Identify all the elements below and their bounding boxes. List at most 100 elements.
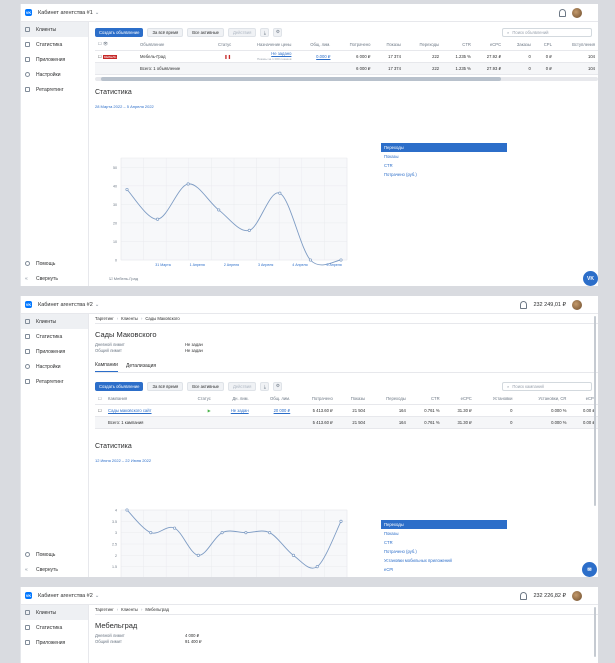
col-ad[interactable]: Объявление [137,39,206,51]
download-icon[interactable]: ⤓ [260,381,270,391]
sidebar-item-retargeting[interactable]: Ретаргетинг [21,374,88,389]
bell-icon[interactable] [520,301,528,309]
chart-series-item[interactable]: ☑ Мебель-Град [109,276,138,281]
tab-details[interactable]: Детализация [126,363,156,372]
col-ctr[interactable]: CTR [408,393,443,405]
create-ad-button[interactable]: Создать объявление [95,27,144,37]
checkbox-col[interactable]: ☐ [95,393,105,405]
breadcrumb-item[interactable]: Таргетинг [95,316,114,321]
bell-icon[interactable] [559,9,566,17]
sidebar-item-clients[interactable]: Клиенты [21,22,88,37]
legend-item[interactable]: CTR [381,161,507,170]
legend-item[interactable]: Показы [381,529,507,538]
chat-button[interactable]: ✉ [582,562,597,577]
filter-select[interactable]: Все активные [187,381,224,391]
sidebar-item-settings[interactable]: Настройки [21,359,88,374]
avatar[interactable] [572,300,582,310]
period-select[interactable]: За всё время [147,27,184,37]
help-link[interactable]: Помощь [21,256,89,271]
col-installs[interactable]: Установки [474,393,516,405]
col-spent[interactable]: Потрачено [333,39,374,51]
balance[interactable]: 232 226,82 ₽ [533,593,566,599]
col-price[interactable]: Назначение цены [234,39,295,51]
breadcrumb-item[interactable]: Таргетинг [95,607,114,612]
status-play-icon[interactable]: ▶ [183,404,214,417]
sidebar-item-stats[interactable]: Статистика [21,620,88,635]
scroll-thumb[interactable] [101,76,501,81]
col-ctr[interactable]: CTR [442,39,474,51]
sidebar-item-apps[interactable]: Приложения [21,52,88,67]
legend-item[interactable]: eCPI [381,565,507,574]
col-clicks[interactable]: Переходы [403,39,443,51]
col-spent[interactable]: Потрачено [293,393,336,405]
filter-select[interactable]: Все активные [187,27,224,37]
legend-item[interactable]: Переходы [381,520,507,529]
limit-link[interactable]: 20 000 ₽ [251,404,294,417]
cabinet-switcher[interactable]: Кабинет агентства #1 ⌄ [38,10,99,16]
col-ecpc[interactable]: eCPC [442,393,475,405]
legend-item[interactable]: CTR [381,538,507,547]
date-range[interactable]: 28 Марта 2022 – 5 Апреля 2022 [95,104,598,109]
col-shows[interactable]: Показы [373,39,404,51]
sidebar-item-stats[interactable]: Статистика [21,329,88,344]
col-limit[interactable]: Общ. лим. [251,393,294,405]
avatar[interactable] [572,8,582,18]
col-campaign[interactable]: Кампания [105,393,184,405]
tab-campaigns[interactable]: Кампании [95,362,118,372]
search-input[interactable]: ⌕ Поиск кампаний [502,381,592,391]
price-link[interactable]: Не задано [271,51,291,56]
collapse-button[interactable]: « Свернуть [21,562,89,577]
bell-icon[interactable] [520,592,528,600]
legend-item[interactable]: Установки мобильных приложений [381,556,507,565]
col-shows[interactable]: Показы [335,393,369,405]
period-select[interactable]: За всё время [147,381,184,391]
legend-item[interactable]: Потрачено (руб.) [381,547,507,556]
limit-link[interactable]: 0.000 ₽ [294,50,334,63]
actions-select[interactable]: Действия [228,27,257,37]
actions-select[interactable]: Действия [228,381,257,391]
sidebar-item-retargeting[interactable]: Ретаргетинг [21,82,88,97]
breadcrumb-item[interactable]: Клиенты [121,316,138,321]
ad-name[interactable]: Мебель-Град [137,50,206,63]
col-orders[interactable]: Заказы [504,39,534,51]
table-row[interactable]: ☐ МЕБЕЛЬ Мебель-Град ❚❚ Не задано Показы … [95,50,598,63]
chat-button[interactable]: VK [583,271,598,286]
vertical-scrollbar[interactable] [594,607,596,657]
checkbox-col[interactable]: ☐ 👁 [95,39,137,51]
row-checkbox[interactable]: ☐ [95,404,105,417]
sidebar-item-apps[interactable]: Приложения [21,635,88,650]
sidebar-item-apps[interactable]: Приложения [21,344,88,359]
day-limit-link[interactable]: Не задан [213,404,252,417]
cabinet-switcher[interactable]: Кабинет агентства #2 ⌄ [38,302,99,308]
campaign-name[interactable]: Сады маковского сайт [105,404,184,417]
balance[interactable]: 232 249,01 ₽ [533,302,566,308]
status-icon[interactable]: ❚❚ [205,50,235,63]
sidebar-item-stats[interactable]: Статистика [21,37,88,52]
row-checkbox[interactable]: ☐ МЕБЕЛЬ [95,50,137,63]
help-link[interactable]: Помощь [21,547,89,562]
col-ecpc[interactable]: eCPC [473,39,505,51]
col-joins[interactable]: Вступления [554,39,598,51]
collapse-button[interactable]: « Свернуть [21,271,89,286]
col-installs-cr[interactable]: Установки, CR [515,393,570,405]
breadcrumb-item[interactable]: Клиенты [121,607,138,612]
download-icon[interactable]: ⤓ [260,27,270,37]
legend-item[interactable]: Потрачено (руб.) [381,170,507,179]
vk-logo-icon[interactable]: VK [25,9,32,16]
create-ad-button[interactable]: Создать объявление [95,381,144,391]
col-day-limit[interactable]: Дн. лим. [213,393,252,405]
price-cell[interactable]: Не задано Показы за 1 000 показов [234,50,295,63]
col-status[interactable]: Статус [205,39,235,51]
sidebar-item-clients[interactable]: Клиенты [21,314,88,329]
col-limit[interactable]: Общ. лим. [294,39,334,51]
avatar[interactable] [572,591,582,601]
date-range[interactable]: 12 Июня 2022 – 22 Июня 2022 [95,458,598,463]
col-status[interactable]: Статус [183,393,214,405]
gear-icon[interactable]: ⚙ [273,381,283,391]
sidebar-item-clients[interactable]: Клиенты [21,605,88,620]
table-row[interactable]: ☐ Сады маковского сайт ▶ Не задан 20 000… [95,404,598,417]
search-input[interactable]: ⌕ Поиск объявлений [502,27,592,37]
col-clicks[interactable]: Переходы [368,393,409,405]
vk-logo-icon[interactable]: VK [25,592,32,599]
sidebar-item-settings[interactable]: Настройки [21,67,88,82]
